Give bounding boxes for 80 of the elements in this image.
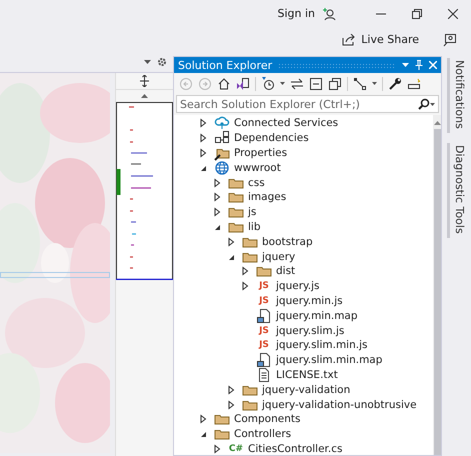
map-file-icon [256,308,272,324]
tree-item[interactable]: jquery.js [276,280,320,292]
history-icon[interactable] [261,76,275,90]
tree-item[interactable]: jquery.slim.min.js [276,339,368,352]
dropdown-icon[interactable] [144,60,151,64]
tree-item[interactable]: Components [234,413,300,426]
wrench-icon[interactable] [388,76,402,90]
tree-item[interactable]: jquery.min.js [276,294,343,307]
file-type-icon: JS [256,296,272,306]
file-type-icon: C# [228,444,244,454]
account-icon[interactable] [323,6,337,20]
collapsed-arrow-icon[interactable] [240,266,250,276]
tree-item[interactable]: dist [276,265,296,278]
live-share-button[interactable]: Live Share [342,33,435,46]
dropdown-icon[interactable] [430,102,435,106]
collapsed-arrow-icon[interactable] [198,148,208,158]
tree-item[interactable]: Controllers [234,428,292,440]
pin-icon[interactable] [415,60,423,70]
tree-item[interactable]: jquery.slim.min.map [276,354,382,366]
tree-item[interactable]: Connected Services [234,117,338,130]
minimap-drawing[interactable] [116,102,173,280]
collapsed-arrow-icon[interactable] [212,444,222,454]
scroll-up-icon[interactable] [141,94,148,98]
tree-item[interactable]: css [248,176,265,189]
collapsed-arrow-icon[interactable] [198,133,208,144]
tree-item[interactable]: Dependencies [234,132,309,144]
cloud-icon [214,115,230,132]
connection-icon[interactable] [353,76,367,90]
tree-item[interactable]: wwwroot [234,162,281,174]
text-file-icon [256,366,272,383]
tree-item[interactable]: jquery.min.map [276,310,358,322]
side-tab[interactable]: Notifications [447,58,466,133]
tree-item[interactable]: LICENSE.txt [276,368,338,381]
preview-icon[interactable] [407,76,421,90]
dropdown-icon[interactable] [372,82,377,85]
restore-icon [412,8,422,18]
copy-icon[interactable] [328,76,342,90]
file-type-icon: JS [256,281,272,292]
collapsed-arrow-icon[interactable] [198,118,208,128]
tree-item[interactable]: CitiesController.cs [248,442,342,455]
collapsed-arrow-icon[interactable] [212,207,222,218]
collapsed-arrow-icon[interactable] [240,281,250,292]
dropdown-icon[interactable] [402,63,409,67]
switch-views-icon[interactable] [236,76,250,90]
settings-icon[interactable] [157,57,167,67]
collapsed-arrow-icon[interactable] [212,178,222,188]
globe-icon [214,160,230,176]
search-icon[interactable] [418,98,430,110]
sync-icon[interactable] [290,76,304,90]
collapsed-arrow-icon[interactable] [198,414,208,424]
tree-item[interactable]: jquery-validation [262,384,350,396]
tree-item[interactable]: bootstrap [262,236,313,248]
collapsed-arrow-icon[interactable] [226,236,236,247]
close-icon [448,8,458,18]
close-icon[interactable] [429,61,437,69]
share-icon [342,34,356,46]
tree-item[interactable]: js [248,206,256,218]
split-icon[interactable] [140,75,149,87]
home-icon[interactable] [217,76,231,90]
collapsed-arrow-icon[interactable] [226,400,236,410]
feedback-icon[interactable] [443,32,457,46]
collapsed-arrow-icon[interactable] [226,384,236,395]
file-type-icon: JS [256,340,272,350]
panel-title: Solution Explorer [178,58,272,72]
collapsed-arrow-icon[interactable] [212,192,222,202]
tree-item[interactable]: lib [248,220,260,233]
scrollbar[interactable] [433,115,441,455]
collapse-all-icon[interactable] [309,76,323,90]
tree-item[interactable]: Properties [234,146,288,159]
file-type-icon: JS [256,326,272,336]
scroll-up-icon[interactable] [434,121,440,125]
dropdown-icon[interactable] [280,82,285,85]
map-file-icon [256,352,272,368]
sign-in-link[interactable]: Sign in [277,7,315,20]
tree-item[interactable]: jquery [262,250,296,263]
side-tab[interactable]: Diagnostic Tools [447,142,466,238]
tree-item[interactable]: images [248,191,286,204]
tree-item[interactable]: jquery-validation-unobtrusive [262,398,417,411]
tree-item[interactable]: jquery.slim.js [276,324,344,337]
search-field[interactable]: Search Solution Explorer (Ctrl+;) [176,95,439,113]
